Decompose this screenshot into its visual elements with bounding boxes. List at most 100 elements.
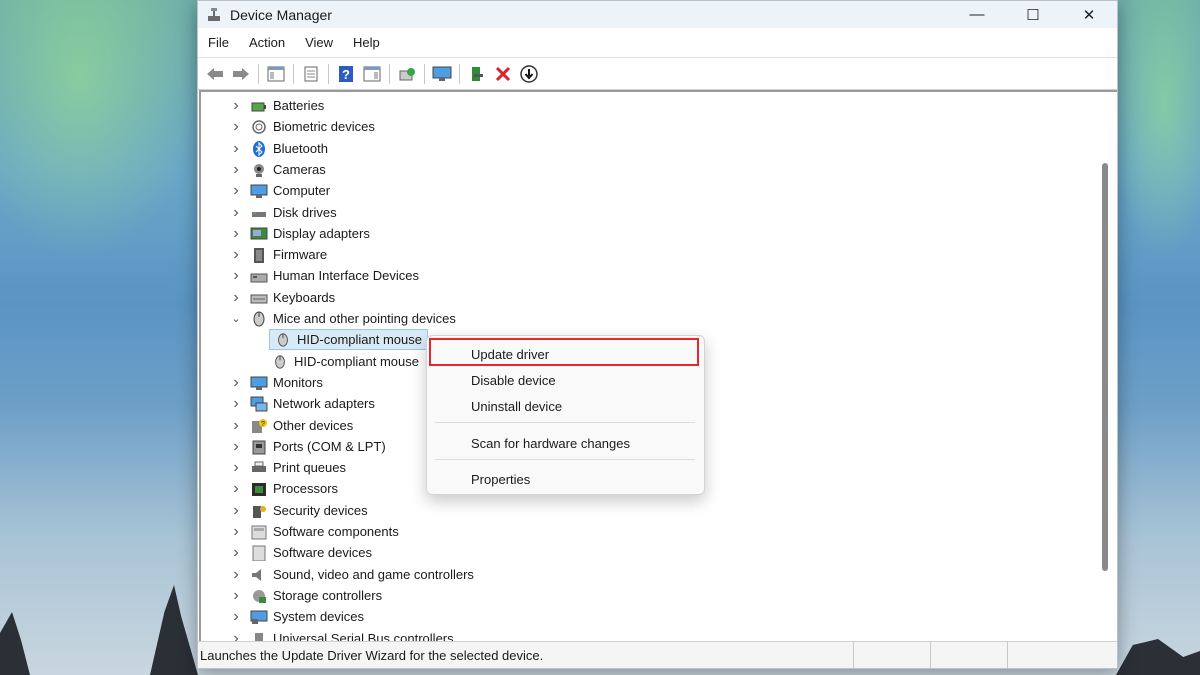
tree-category-row[interactable]: › Bluetooth: [229, 138, 328, 159]
tree-category-row[interactable]: › Display adapters: [229, 223, 370, 244]
device-manager-app-icon: [208, 7, 220, 21]
wallpaper-rock-right: [1116, 639, 1200, 675]
disable-icon[interactable]: [518, 63, 540, 85]
chevron-right-icon[interactable]: ›: [229, 608, 243, 626]
system-devices-icon: [250, 610, 268, 624]
tree-category-label: Software devices: [273, 545, 372, 560]
chevron-right-icon[interactable]: ›: [229, 566, 243, 584]
show-hide-console-tree-icon[interactable]: [265, 63, 287, 85]
tree-category-row[interactable]: ⌄ Mice and other pointing devices: [229, 308, 456, 329]
tree-category-row[interactable]: › Computer: [229, 180, 330, 201]
mouse-icon: [278, 332, 288, 347]
chevron-right-icon[interactable]: ›: [229, 246, 243, 264]
tree-category-label: Storage controllers: [273, 588, 383, 603]
chevron-right-icon[interactable]: ›: [229, 161, 243, 179]
chevron-down-icon[interactable]: ⌄: [229, 312, 243, 325]
update-driver-highlight-box: [429, 338, 699, 366]
tree-category-row[interactable]: › Keyboards: [229, 287, 335, 308]
status-cell: [854, 642, 931, 668]
minimize-button[interactable]: —: [949, 1, 1005, 28]
firmware-icon: [254, 247, 264, 263]
chevron-right-icon[interactable]: ›: [229, 204, 243, 222]
tree-category-label: Sound, video and game controllers: [273, 567, 474, 582]
monitor-icon: [250, 376, 268, 390]
chevron-right-icon[interactable]: ›: [229, 225, 243, 243]
tree-category-row[interactable]: › Storage controllers: [229, 585, 382, 606]
chevron-right-icon[interactable]: ›: [229, 374, 243, 392]
tree-category-row[interactable]: › Disk drives: [229, 202, 337, 223]
tree-category-row[interactable]: › Security devices: [229, 500, 367, 521]
chevron-right-icon[interactable]: ›: [229, 140, 243, 158]
chevron-right-icon[interactable]: ›: [229, 523, 243, 541]
chevron-right-icon[interactable]: ›: [229, 502, 243, 520]
tree-category-row[interactable]: ›? Other devices: [229, 415, 353, 436]
device-item[interactable]: HID-compliant mouse: [269, 352, 419, 371]
chevron-right-icon[interactable]: ›: [229, 395, 243, 413]
tree-category-row[interactable]: › Network adapters: [229, 393, 375, 414]
chevron-right-icon[interactable]: ›: [229, 267, 243, 285]
chevron-right-icon[interactable]: ›: [229, 289, 243, 307]
menu-item-uninstall-device[interactable]: Uninstall device: [427, 394, 704, 418]
menu-item-properties[interactable]: Properties: [427, 467, 704, 491]
monitor-icon[interactable]: [431, 63, 453, 85]
tree-category-row[interactable]: › Human Interface Devices: [229, 265, 419, 286]
tree-category-row[interactable]: › Print queues: [229, 457, 346, 478]
status-bar: Launches the Update Driver Wizard for th…: [198, 641, 1117, 668]
tree-device-row[interactable]: HID-compliant mouse: [269, 329, 428, 350]
chevron-right-icon[interactable]: ›: [229, 97, 243, 115]
selected-device[interactable]: HID-compliant mouse: [269, 329, 428, 350]
tree-category-row[interactable]: › Sound, video and game controllers: [229, 564, 474, 585]
uninstall-icon[interactable]: [492, 63, 514, 85]
tree-category-row[interactable]: › Software devices: [229, 542, 372, 563]
tree-device-row[interactable]: HID-compliant mouse: [269, 351, 419, 372]
tree-category-label: Disk drives: [273, 205, 337, 220]
hid-icon: [250, 273, 268, 282]
back-arrow-icon[interactable]: [204, 63, 226, 85]
wallpaper-aurora-right: [1110, 0, 1200, 260]
tree-category-row[interactable]: › Firmware: [229, 244, 327, 265]
tree-category-row[interactable]: › Monitors: [229, 372, 323, 393]
battery-icon: [251, 102, 266, 111]
menu-item-scan-hardware[interactable]: Scan for hardware changes: [427, 431, 704, 455]
chevron-right-icon[interactable]: ›: [229, 438, 243, 456]
tree-category-row[interactable]: › Processors: [229, 478, 338, 499]
scan-hardware-icon[interactable]: [396, 63, 418, 85]
network-icon: [250, 396, 268, 411]
tree-category-row[interactable]: › Software components: [229, 521, 398, 542]
wallpaper-rock: [0, 612, 30, 675]
camera-icon: [254, 163, 264, 177]
tree-category-row[interactable]: › Biometric devices: [229, 116, 375, 137]
tree-category-label: Other devices: [273, 418, 354, 433]
action-pane-icon[interactable]: [361, 63, 383, 85]
tree-category-row[interactable]: › Cameras: [229, 159, 325, 180]
tree-category-row[interactable]: › Ports (COM & LPT): [229, 436, 385, 457]
vertical-scrollbar[interactable]: [1102, 163, 1108, 571]
chevron-right-icon[interactable]: ›: [229, 417, 243, 435]
forward-arrow-icon[interactable]: [230, 63, 252, 85]
properties-icon[interactable]: [300, 63, 322, 85]
help-icon[interactable]: ?: [335, 63, 357, 85]
chevron-right-icon[interactable]: ›: [229, 544, 243, 562]
chevron-right-icon[interactable]: ›: [229, 182, 243, 200]
menu-action[interactable]: Action: [239, 35, 295, 50]
tree-category-row[interactable]: › Batteries: [229, 95, 324, 116]
toolbar-separator: [389, 63, 390, 84]
status-cell: [931, 642, 1008, 668]
menu-file[interactable]: File: [198, 35, 239, 50]
mouse-icon: [253, 311, 265, 326]
update-driver-icon[interactable]: [466, 63, 488, 85]
menu-separator: [435, 459, 695, 460]
fingerprint-icon: [252, 119, 266, 134]
close-button[interactable]: ✕: [1061, 1, 1117, 28]
menu-item-disable-device[interactable]: Disable device: [427, 368, 704, 392]
tree-category-row[interactable]: › System devices: [229, 606, 364, 627]
tree-category-label: Processors: [273, 481, 339, 496]
chevron-right-icon[interactable]: ›: [229, 587, 243, 605]
tree-category-label: Bluetooth: [273, 141, 328, 156]
chevron-right-icon[interactable]: ›: [229, 118, 243, 136]
maximize-button[interactable]: ☐: [1005, 1, 1061, 28]
chevron-right-icon[interactable]: ›: [229, 480, 243, 498]
chevron-right-icon[interactable]: ›: [229, 459, 243, 477]
menu-view[interactable]: View: [295, 35, 343, 50]
menu-help[interactable]: Help: [343, 35, 390, 50]
